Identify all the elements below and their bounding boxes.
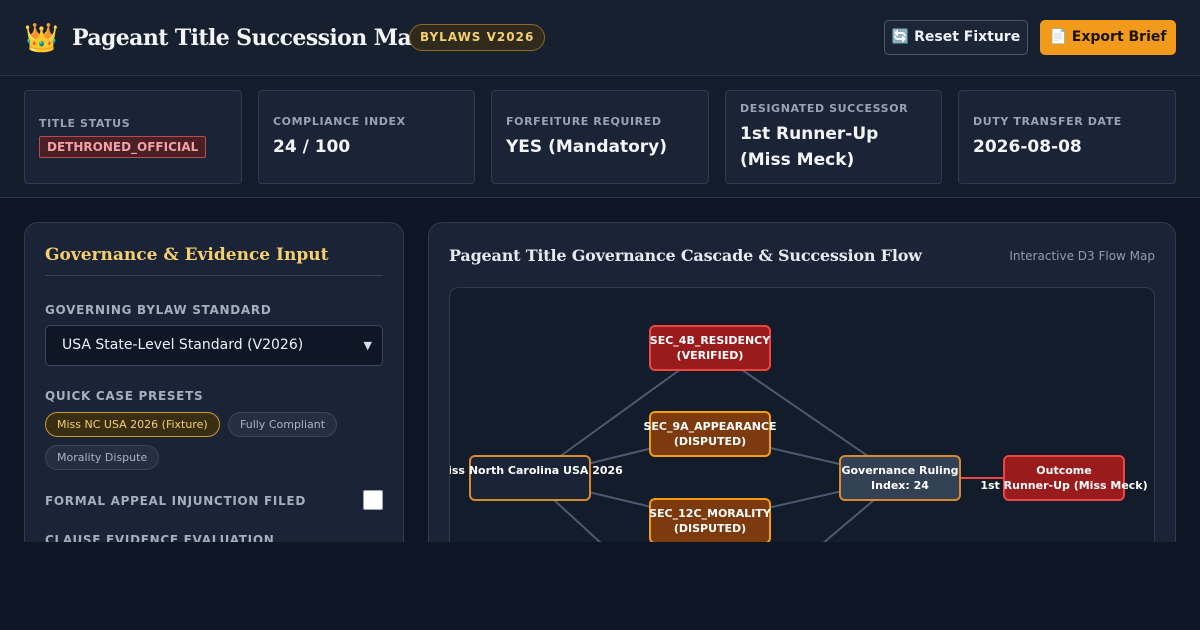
flow-node-sublabel: Index: 24 — [871, 479, 929, 492]
preset-chip-morality-dispute[interactable]: Morality Dispute — [45, 445, 160, 470]
flow-node-label: SEC_12C_MORALITY — [649, 507, 772, 520]
transfer-date-card: DUTY TRANSFER DATE 2026-08-08 — [958, 90, 1176, 184]
compliance-index-card: COMPLIANCE INDEX 24 / 100 — [258, 90, 475, 184]
flow-panel-subtitle: Interactive D3 Flow Map — [1009, 249, 1155, 263]
flow-node-sublabel: (DISPUTED) — [674, 522, 746, 535]
flow-panel-title: Pageant Title Governance Cascade & Succe… — [449, 246, 922, 265]
governance-panel-title: Governance & Evidence Input — [45, 245, 383, 276]
flow-node-sublabel: 1st Runner-Up (Miss Meck) — [980, 479, 1147, 492]
successor-card: DESIGNATED SUCCESSOR 1st Runner-Up (Miss… — [725, 90, 942, 184]
flow-map: Miss North Carolina USA 2026 SEC_4B_RESID… — [449, 287, 1155, 561]
flow-node-label: SEC_9A_APPEARANCE — [643, 420, 776, 433]
flow-node-box — [469, 455, 591, 501]
preset-chip-fixture[interactable]: Miss NC USA 2026 (Fixture) — [45, 412, 220, 437]
compliance-index-value: 24 / 100 — [273, 136, 351, 157]
flow-nodes: Miss North Carolina USA 2026 SEC_4B_RESID… — [450, 325, 1148, 544]
compliance-index-label: COMPLIANCE INDEX — [273, 114, 406, 128]
bylaw-standard-label: GOVERNING BYLAW STANDARD — [45, 303, 272, 317]
flow-node-label: Governance Ruling — [841, 464, 958, 477]
title-status-card: TITLE STATUS DETHRONED_OFFICIAL — [24, 90, 242, 184]
forfeiture-card: FORFEITURE REQUIRED YES (Mandatory) — [491, 90, 709, 184]
flow-node-box — [839, 455, 961, 501]
succession-flow-panel: Pageant Title Governance Cascade & Succe… — [428, 222, 1176, 562]
bylaw-standard-value: USA State-Level Standard (V2026) — [62, 337, 304, 353]
flow-map-svg: Miss North Carolina USA 2026 SEC_4B_RESID… — [450, 325, 1148, 561]
appeal-injunction-label: FORMAL APPEAL INJUNCTION FILED — [45, 494, 306, 508]
flow-node-box — [1003, 455, 1125, 501]
flow-node-outcome[interactable]: Outcome 1st Runner-Up (Miss Meck) — [980, 455, 1148, 501]
flow-node-label: Outcome — [1036, 464, 1091, 477]
forfeiture-label: FORFEITURE REQUIRED — [506, 114, 662, 128]
flow-node-box — [649, 325, 771, 371]
title-status-label: TITLE STATUS — [39, 116, 131, 130]
flow-node-sublabel: (DISPUTED) — [674, 435, 746, 448]
top-bar: 👑 Pageant Title Succession Matrix BYLAWS… — [0, 0, 1200, 76]
flow-node-sec4b[interactable]: SEC_4B_RESIDENCY (VERIFIED) — [649, 325, 771, 371]
transfer-date-value: 2026-08-08 — [973, 136, 1082, 157]
successor-value: 1st Runner-Up (Miss Meck) — [740, 123, 879, 170]
preset-chip-fully-compliant[interactable]: Fully Compliant — [228, 412, 338, 437]
export-brief-button[interactable]: 📄 Export Brief — [1040, 20, 1176, 55]
flow-node-label: SEC_4B_RESIDENCY — [650, 334, 771, 347]
flow-node-label: Miss North Carolina USA 2026 — [450, 464, 623, 477]
bylaws-version-badge: BYLAWS V2026 — [409, 24, 546, 51]
reset-fixture-button[interactable]: 🔄 Reset Fixture — [884, 20, 1028, 55]
quick-presets-label: QUICK CASE PRESETS — [45, 389, 204, 403]
successor-label: DESIGNATED SUCCESSOR — [740, 101, 909, 115]
governance-input-panel: Governance & Evidence Input GOVERNING BY… — [24, 222, 404, 562]
forfeiture-value: YES (Mandatory) — [506, 136, 668, 157]
app-title: Pageant Title Succession Matrix — [72, 25, 453, 51]
crown-icon: 👑 — [24, 21, 59, 54]
flow-node-sublabel: (VERIFIED) — [677, 349, 744, 362]
transfer-date-label: DUTY TRANSFER DATE — [973, 114, 1122, 128]
flow-node-sec12c[interactable]: SEC_12C_MORALITY (DISPUTED) — [649, 498, 772, 544]
flow-node-sec9a[interactable]: SEC_9A_APPEARANCE (DISPUTED) — [643, 411, 777, 457]
status-summary-bar: TITLE STATUS DETHRONED_OFFICIAL COMPLIAN… — [0, 76, 1200, 198]
bylaw-standard-select[interactable]: USA State-Level Standard (V2026) ▼ — [45, 325, 383, 366]
flow-node-ruling[interactable]: Governance Ruling Index: 24 — [839, 455, 961, 501]
flow-node-box — [649, 411, 771, 457]
title-status-badge: DETHRONED_OFFICIAL — [39, 135, 207, 158]
viewport-bottom-fade — [0, 542, 1200, 630]
appeal-injunction-checkbox[interactable] — [363, 490, 383, 510]
chevron-down-icon: ▼ — [363, 339, 372, 352]
flow-node-box — [649, 498, 771, 544]
